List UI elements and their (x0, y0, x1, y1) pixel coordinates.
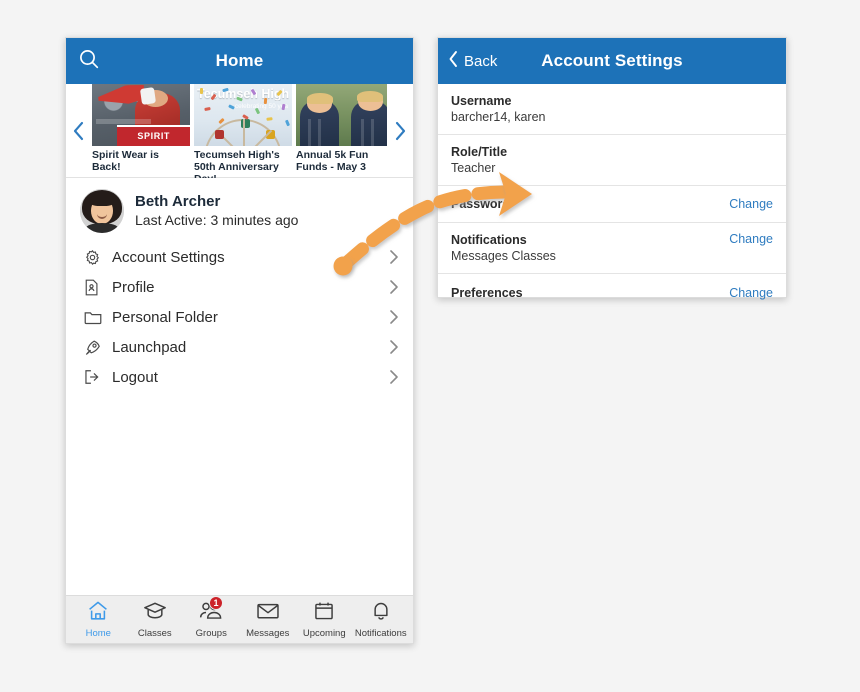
back-label: Back (464, 52, 498, 70)
profile-name: Beth Archer (135, 192, 221, 210)
settings-row-username[interactable]: Username barcher14, karen (438, 84, 786, 135)
back-button[interactable]: Back (448, 50, 497, 72)
spirit-wear-image: SPIRIT (92, 84, 190, 146)
nav-item-notifications[interactable]: Notifications (353, 600, 410, 639)
graduation-cap-icon (143, 600, 167, 626)
nav-item-messages[interactable]: Messages (240, 600, 297, 639)
menu-item-personal-folder[interactable]: Personal Folder (66, 302, 413, 332)
user-profile-header[interactable]: Beth Archer Last Active: 3 minutes ago (66, 178, 413, 242)
menu-item-label: Launchpad (112, 338, 187, 356)
ferris-spoke (243, 118, 245, 146)
chevron-right-icon (389, 249, 399, 265)
chevron-right-icon (389, 309, 399, 325)
calendar-icon (313, 600, 335, 626)
rocket-icon (84, 339, 106, 356)
carousel-card[interactable]: Tecumseh High Da celebrating 50 yea Tecu… (194, 84, 292, 178)
nav-item-classes[interactable]: Classes (127, 600, 184, 639)
settings-row-title: Username (451, 94, 512, 108)
settings-appbar: Back Account Settings (438, 38, 786, 84)
avatar (80, 189, 124, 233)
logout-icon (84, 369, 106, 385)
nav-item-label: Home (85, 628, 111, 639)
envelope-icon (256, 600, 280, 626)
menu-item-logout[interactable]: Logout (66, 362, 413, 392)
settings-row-notifications[interactable]: Notifications Messages Classes Change (438, 223, 786, 274)
menu-item-account-settings[interactable]: Account Settings (66, 242, 413, 272)
settings-row-value: Messages Classes (451, 249, 556, 263)
chevron-left-icon (448, 50, 459, 72)
chevron-right-icon (389, 339, 399, 355)
settings-rows: Username barcher14, karen Role/Title Tea… (438, 84, 786, 311)
change-link-notifications[interactable]: Change (729, 232, 773, 246)
change-link-preferences[interactable]: Change (729, 286, 773, 300)
anniversary-image: Tecumseh High Da celebrating 50 yea (194, 84, 292, 146)
nav-item-label: Upcoming (302, 628, 346, 639)
menu-item-label: Personal Folder (112, 308, 218, 326)
confetti-piece (200, 88, 203, 94)
home-screen-panel: Home SPIRIT Spirit Wear is Back! Tecumse… (65, 37, 414, 644)
nav-item-label: Groups (195, 628, 227, 639)
change-link-password[interactable]: Change (729, 197, 773, 211)
settings-row-role-title[interactable]: Role/Title Teacher (438, 135, 786, 186)
menu-item-label: Account Settings (112, 248, 225, 266)
carousel-track: SPIRIT Spirit Wear is Back! Tecumseh Hig… (92, 84, 387, 178)
bottom-navigation-bar: Home Classes 1 Groups Messages Upcoming … (66, 595, 413, 643)
folder-icon (84, 310, 106, 325)
profile-last-active: Last Active: 3 minutes ago (135, 211, 299, 228)
nav-item-label: Messages (246, 628, 290, 639)
nav-item-label: Classes (137, 628, 172, 639)
anniversary-image-subtitle: celebrating 50 yea (234, 103, 288, 110)
settings-row-password[interactable]: Password Change (438, 186, 786, 223)
carousel-next-chevron-right-icon[interactable] (387, 84, 413, 178)
menu-item-launchpad[interactable]: Launchpad (66, 332, 413, 362)
nav-item-label: Notifications (354, 628, 407, 639)
settings-row-value: Teacher (451, 161, 496, 175)
screenshot-canvas: Home SPIRIT Spirit Wear is Back! Tecumse… (0, 0, 860, 692)
spirit-banner-text: SPIRIT (137, 131, 171, 142)
carousel-card[interactable]: Annual 5k Fun Funds - May 3 (296, 84, 387, 178)
carousel-card-label: Spirit Wear is Back! (92, 149, 159, 173)
settings-row-title: Notifications (451, 233, 527, 247)
bell-icon (370, 600, 392, 626)
carousel-card[interactable]: SPIRIT Spirit Wear is Back! (92, 84, 190, 178)
news-carousel: SPIRIT Spirit Wear is Back! Tecumseh Hig… (66, 84, 413, 178)
settings-row-value: barcher14, karen (451, 110, 546, 124)
home-icon (87, 600, 109, 626)
settings-row-title: Role/Title (451, 145, 508, 159)
settings-row-preferences[interactable]: Preferences Change (438, 274, 786, 311)
search-icon[interactable] (78, 48, 100, 75)
nav-item-groups[interactable]: 1 Groups (183, 596, 240, 639)
nav-item-home[interactable]: Home (70, 600, 127, 639)
confetti-piece (266, 117, 273, 121)
confetti-piece (263, 97, 268, 105)
account-menu-list: Account Settings Profile Personal Folder… (66, 242, 413, 392)
ferris-cabin (215, 129, 225, 139)
carousel-card-label: Tecumseh High's 50th Anniversary Day! (194, 149, 280, 178)
gear-icon (84, 249, 106, 266)
chevron-right-icon (389, 369, 399, 385)
fun-run-image (296, 84, 387, 146)
ferris-cabin (240, 119, 250, 129)
account-settings-panel: Back Account Settings Username barcher14… (437, 37, 787, 300)
nav-item-upcoming[interactable]: Upcoming (296, 600, 353, 639)
settings-row-title: Password (451, 197, 511, 211)
menu-item-label: Logout (112, 368, 158, 386)
id-card-icon (84, 279, 106, 296)
carousel-prev-chevron-left-icon[interactable] (66, 84, 92, 178)
settings-row-title: Preferences (451, 285, 523, 300)
menu-item-profile[interactable]: Profile (66, 272, 413, 302)
menu-item-label: Profile (112, 278, 155, 296)
carousel-card-label: Annual 5k Fun Funds - May 3 (296, 149, 369, 173)
chevron-right-icon (389, 279, 399, 295)
page-title: Home (215, 51, 264, 70)
home-appbar: Home (66, 38, 413, 84)
groups-badge: 1 (209, 596, 223, 610)
